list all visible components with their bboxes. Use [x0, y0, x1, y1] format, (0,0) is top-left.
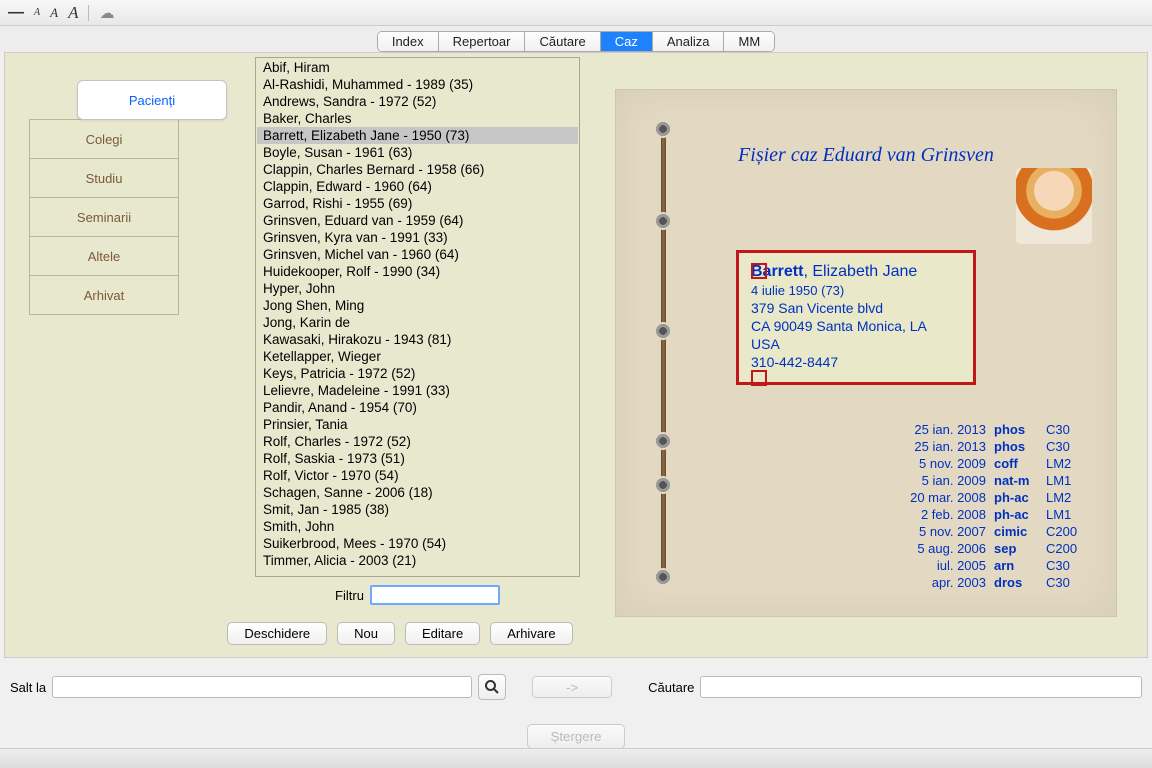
patient-row[interactable]: Hyper, John: [257, 280, 578, 297]
patient-row[interactable]: Rolf, Victor - 1970 (54): [257, 467, 578, 484]
bottom-bar: Salt la -> Căutare Ștergere: [0, 658, 1152, 768]
patient-row[interactable]: Kawasaki, Hirakozu - 1943 (81): [257, 331, 578, 348]
prescription-row: 5 nov. 2009coffLM2: [910, 456, 1086, 471]
toolbar-separator: [88, 5, 89, 21]
patient-row[interactable]: Abif, Hiram: [257, 59, 578, 76]
patient-row[interactable]: Boyle, Susan - 1961 (63): [257, 144, 578, 161]
new-button[interactable]: Nou: [337, 622, 395, 645]
patient-row[interactable]: Huidekooper, Rolf - 1990 (34): [257, 263, 578, 280]
patient-row[interactable]: Schagen, Sanne - 2006 (18): [257, 484, 578, 501]
font-size-small[interactable]: A: [34, 7, 40, 18]
patient-row[interactable]: Smit, Jan - 1985 (38): [257, 501, 578, 518]
category-tab-patients[interactable]: Pacienți: [77, 80, 227, 120]
edit-button[interactable]: Editare: [405, 622, 480, 645]
search-label: Căutare: [648, 680, 694, 695]
main-panel: Pacienți ColegiStudiuSeminariiAlteleArhi…: [4, 52, 1148, 658]
patient-row[interactable]: Clappin, Charles Bernard - 1958 (66): [257, 161, 578, 178]
patient-row[interactable]: Garrod, Rishi - 1955 (69): [257, 195, 578, 212]
module-tab-repertoar[interactable]: Repertoar: [439, 32, 526, 51]
module-tab-index[interactable]: Index: [378, 32, 439, 51]
prescription-row: 20 mar. 2008ph-acLM2: [910, 490, 1086, 505]
jump-label: Salt la: [10, 680, 46, 695]
patient-address-2: CA 90049 Santa Monica, LA: [751, 318, 961, 334]
module-tab-căutare[interactable]: Căutare: [525, 32, 600, 51]
font-size-medium[interactable]: A: [50, 5, 58, 21]
app-toolbar: — A A A ☁: [0, 0, 1152, 26]
category-tab-arhivat[interactable]: Arhivat: [29, 275, 179, 315]
case-file-panel: Fișier caz Eduard van Grinsven Barrett, …: [615, 89, 1117, 617]
jump-input[interactable]: [52, 676, 472, 698]
patient-list-scroll[interactable]: Abif, HiramAl-Rashidi, Muhammed - 1989 (…: [257, 59, 578, 575]
patient-card: Barrett, Elizabeth Jane 4 iulie 1950 (73…: [736, 250, 976, 385]
module-tabs-bar: IndexRepertoarCăutareCazAnalizaMM: [0, 26, 1152, 52]
patient-row[interactable]: Rolf, Charles - 1972 (52): [257, 433, 578, 450]
prescription-history: 25 ian. 2013phosC30 25 ian. 2013phosC30 5 …: [908, 420, 1088, 592]
patient-name: Barrett, Elizabeth Jane: [751, 263, 961, 281]
prescription-row: 5 aug. 2006sepC200: [910, 541, 1086, 556]
delete-button: Ștergere: [527, 724, 624, 749]
goto-button: ->: [532, 676, 612, 698]
category-tab-seminarii[interactable]: Seminarii: [29, 197, 179, 237]
patient-surname: Barrett: [751, 263, 803, 280]
open-button[interactable]: Deschidere: [227, 622, 327, 645]
patient-row[interactable]: Pandir, Anand - 1954 (70): [257, 399, 578, 416]
case-file-title: Fișier caz Eduard van Grinsven: [616, 144, 1116, 167]
module-tab-mm[interactable]: MM: [724, 32, 774, 51]
search-input[interactable]: [700, 676, 1142, 698]
patient-row[interactable]: Smith, John: [257, 518, 578, 535]
filter-label: Filtru: [335, 588, 364, 603]
patient-phone: 310-442-8447: [751, 354, 961, 370]
patient-dob: 4 iulie 1950 (73): [751, 283, 961, 298]
module-tab-caz[interactable]: Caz: [601, 32, 653, 51]
patient-row[interactable]: Grinsven, Eduard van - 1959 (64): [257, 212, 578, 229]
cloud-icon[interactable]: ☁: [99, 4, 114, 22]
module-tab-analiza[interactable]: Analiza: [653, 32, 725, 51]
patient-given-names: , Elizabeth Jane: [803, 263, 917, 280]
patient-row[interactable]: Andrews, Sandra - 1972 (52): [257, 93, 578, 110]
list-action-row: Deschidere Nou Editare Arhivare: [215, 622, 585, 645]
patient-row[interactable]: Rolf, Saskia - 1973 (51): [257, 450, 578, 467]
category-tab-studiu[interactable]: Studiu: [29, 158, 179, 198]
prescription-row: iul. 2005arnC30: [910, 558, 1086, 573]
patient-row[interactable]: Suikerbrood, Mees - 1970 (54): [257, 535, 578, 552]
prescription-row: 5 ian. 2009nat-mLM1: [910, 473, 1086, 488]
status-bar: [0, 748, 1152, 768]
patient-row[interactable]: Lelievre, Madeleine - 1991 (33): [257, 382, 578, 399]
prescription-row: 2 feb. 2008ph-acLM1: [910, 507, 1086, 522]
patient-row[interactable]: Grinsven, Kyra van - 1991 (33): [257, 229, 578, 246]
prescription-row: 25 ian. 2013phosC30: [910, 439, 1086, 454]
patient-photo: [1016, 168, 1092, 244]
patient-country: USA: [751, 336, 961, 352]
archive-button[interactable]: Arhivare: [490, 622, 572, 645]
patient-list: Abif, HiramAl-Rashidi, Muhammed - 1989 (…: [255, 57, 580, 577]
patient-row[interactable]: Baker, Charles: [257, 110, 578, 127]
category-tabs: Pacienți ColegiStudiuSeminariiAlteleArhi…: [29, 81, 179, 315]
filter-input[interactable]: [370, 585, 500, 605]
patient-row[interactable]: Al-Rashidi, Muhammed - 1989 (35): [257, 76, 578, 93]
patient-row[interactable]: Keys, Patricia - 1972 (52): [257, 365, 578, 382]
patient-row[interactable]: Prinsier, Tania: [257, 416, 578, 433]
category-tab-altele[interactable]: Altele: [29, 236, 179, 276]
patient-row[interactable]: Jong, Karin de: [257, 314, 578, 331]
patient-row[interactable]: Barrett, Elizabeth Jane - 1950 (73): [257, 127, 578, 144]
prescription-row: 5 nov. 2007cimicC200: [910, 524, 1086, 539]
category-tab-colegi[interactable]: Colegi: [29, 119, 179, 159]
patient-address-1: 379 San Vicente blvd: [751, 300, 961, 316]
patient-row[interactable]: Grinsven, Michel van - 1960 (64): [257, 246, 578, 263]
magnifier-icon: [484, 679, 500, 695]
binder-decoration: [648, 102, 678, 604]
patient-row[interactable]: Ketellapper, Wieger: [257, 348, 578, 365]
patient-row[interactable]: Timmer, Alicia - 2003 (21): [257, 552, 578, 569]
prescription-row: apr. 2003drosC30: [910, 575, 1086, 590]
filter-row: Filtru: [255, 581, 580, 609]
patient-row[interactable]: Clappin, Edward - 1960 (64): [257, 178, 578, 195]
patient-row[interactable]: Jong Shen, Ming: [257, 297, 578, 314]
font-size-large[interactable]: A: [68, 3, 78, 23]
prescription-row: 25 ian. 2013phosC30: [910, 422, 1086, 437]
zoom-out-icon[interactable]: —: [8, 8, 24, 18]
search-icon-button[interactable]: [478, 674, 506, 700]
